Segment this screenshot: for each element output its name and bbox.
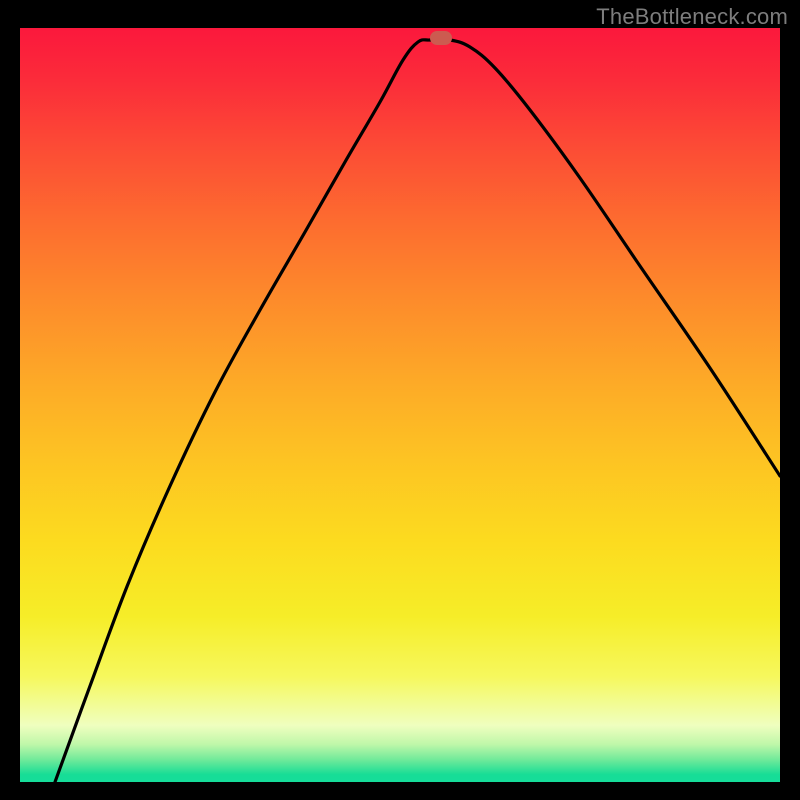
bottleneck-curve [55, 39, 780, 782]
watermark-text: TheBottleneck.com [596, 4, 788, 30]
minimum-marker [430, 31, 452, 45]
chart-frame: TheBottleneck.com [0, 0, 800, 800]
curve-layer [20, 28, 780, 782]
plot-area [20, 28, 780, 782]
